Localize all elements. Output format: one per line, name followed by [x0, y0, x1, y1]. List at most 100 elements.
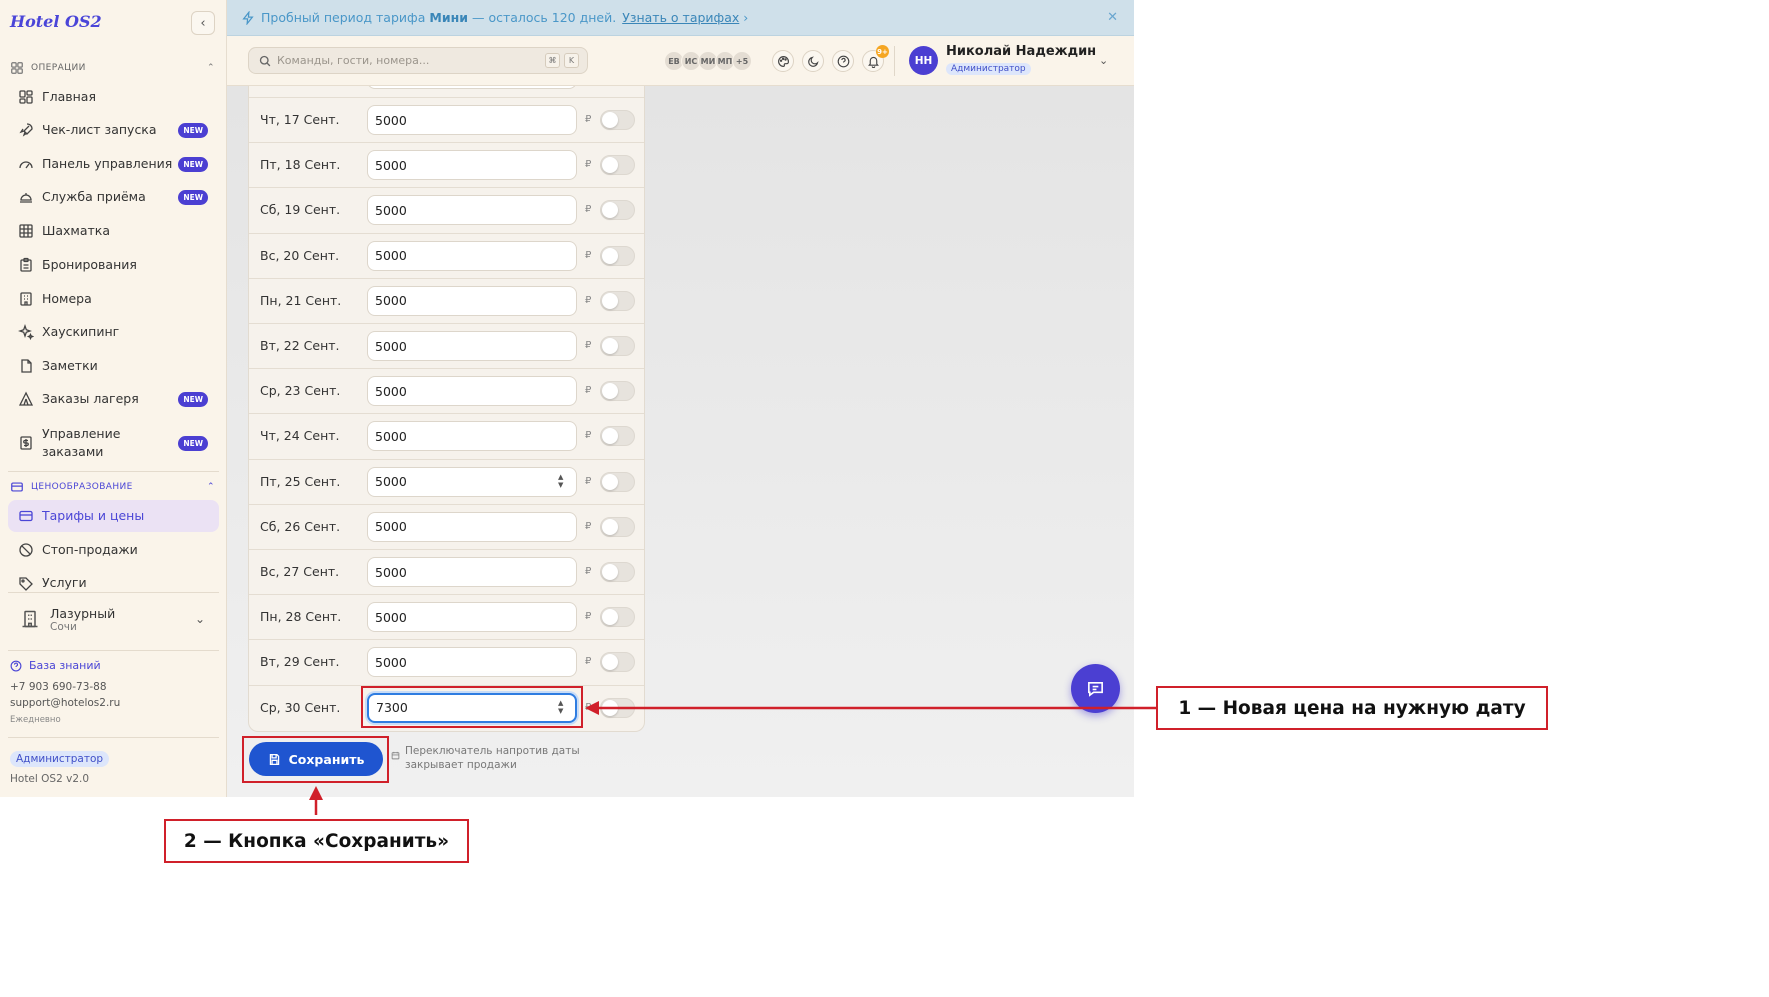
sidebar-item-launch-checklist[interactable]: Чек-лист запуска NEW	[8, 120, 219, 140]
price-input[interactable]	[367, 105, 577, 135]
stop-sale-toggle[interactable]	[600, 200, 635, 221]
sidebar-item-housekeeping[interactable]: Хаускипинг	[8, 322, 219, 342]
support-email[interactable]: support@hotelos2.ru	[10, 697, 120, 709]
chat-button[interactable]	[1071, 664, 1120, 713]
theme-palette-button[interactable]	[772, 50, 794, 72]
stop-sale-toggle[interactable]	[600, 562, 635, 582]
sidebar-item-order-management[interactable]: Управление заказами NEW	[8, 424, 219, 462]
hotel-name: Лазурный	[50, 605, 116, 621]
chevron-left-icon: ‹	[200, 15, 206, 31]
stop-sale-toggle[interactable]	[600, 697, 635, 718]
support-phone[interactable]: +7 903 690-73-88	[10, 681, 107, 693]
sparkles-icon	[18, 324, 34, 340]
avatar-more-count: +5	[732, 51, 752, 71]
stop-sale-toggle[interactable]	[600, 652, 635, 673]
section-pricing-label: ЦЕНООБРАЗОВАНИЕ	[31, 482, 133, 492]
annotation-callout-2: 2 — Кнопка «Сохранить»	[164, 819, 469, 863]
sidebar-item-rates-prices[interactable]: Тарифы и цены	[8, 500, 219, 532]
chevron-up-icon: ⌃	[207, 482, 215, 492]
sidebar-item-label: Служба приёма	[42, 189, 146, 204]
search-input[interactable]	[277, 54, 545, 67]
price-input[interactable]	[367, 285, 577, 316]
app-version: Hotel OS2 v2.0	[10, 773, 90, 785]
rocket-icon	[19, 123, 33, 137]
sidebar-item-chessboard[interactable]: Шахматка	[8, 221, 219, 241]
sidebar-item-stop-sales[interactable]: Стоп-продажи	[8, 540, 219, 560]
user-avatar[interactable]: НН	[909, 46, 938, 75]
price-input[interactable]	[367, 511, 577, 542]
section-operations[interactable]: ОПЕРАЦИИ ⌃	[10, 61, 215, 75]
sidebar-item-rooms[interactable]: Номера	[8, 289, 219, 309]
gauge-icon	[19, 161, 33, 169]
stop-sale-toggle[interactable]	[600, 607, 635, 628]
price-row-date: Сб, 19 Сент.	[260, 202, 341, 218]
stop-sale-toggle[interactable]	[600, 110, 635, 130]
chevron-up-icon: ⌃	[207, 63, 215, 73]
sidebar-item-bookings[interactable]: Бронирования	[8, 255, 219, 275]
price-input[interactable]	[367, 647, 577, 678]
knowledge-base-link[interactable]: База знаний	[10, 659, 101, 672]
currency-symbol: ₽	[585, 204, 592, 216]
price-row: Пт, 18 Сент. ₽	[249, 142, 644, 187]
new-badge: NEW	[178, 122, 208, 138]
price-input[interactable]	[367, 195, 577, 226]
notification-count-badge: 9+	[876, 45, 889, 58]
help-button[interactable]	[832, 50, 854, 72]
section-pricing[interactable]: ЦЕНООБРАЗОВАНИЕ ⌃	[10, 480, 215, 494]
price-input-partial[interactable]	[367, 86, 577, 89]
sidebar-item-camp-orders[interactable]: Заказы лагеря NEW	[8, 389, 219, 409]
stop-sale-toggle[interactable]	[600, 290, 635, 311]
price-row-date: Вт, 29 Сент.	[260, 654, 340, 670]
team-avatars[interactable]: ЕВ ИС МИ МП +5	[664, 51, 752, 71]
stop-sale-toggle[interactable]	[600, 245, 635, 266]
sidebar-item-dashboard[interactable]: Панель управления NEW	[8, 154, 219, 174]
stop-sale-toggle[interactable]	[600, 516, 635, 537]
sidebar-item-services[interactable]: Услуги	[8, 574, 219, 592]
banner-plan-name: Мини	[429, 10, 468, 25]
price-input[interactable]	[367, 150, 577, 181]
stop-sale-toggle[interactable]	[600, 336, 635, 356]
hotel-picker[interactable]: Лазурный Сочи ⌄	[8, 596, 219, 642]
price-input[interactable]	[367, 602, 577, 633]
sidebar-item-front-desk[interactable]: Служба приёма NEW	[8, 187, 219, 207]
price-row-date: Ср, 30 Сент.	[260, 699, 341, 715]
price-input[interactable]	[367, 240, 577, 271]
sidebar-item-notes[interactable]: Заметки	[8, 356, 219, 376]
annotation-callout-2-text: 2 — Кнопка «Сохранить»	[183, 830, 450, 852]
price-row: Чт, 17 Сент. ₽	[249, 97, 644, 142]
currency-symbol: ₽	[585, 114, 592, 125]
chevron-right-icon: ›	[743, 10, 749, 25]
chevron-down-icon[interactable]: ⌄	[1099, 54, 1108, 67]
tent-icon	[18, 391, 34, 406]
price-input[interactable]	[367, 376, 577, 407]
sidebar-collapse-button[interactable]: ‹	[191, 11, 215, 35]
price-row-date: Пт, 25 Сент.	[260, 473, 341, 489]
price-input[interactable]	[367, 557, 577, 587]
grid-icon	[19, 90, 33, 104]
price-row: Вт, 22 Сент. ₽	[249, 323, 644, 368]
calendar-icon	[391, 751, 400, 760]
price-row: Сб, 26 Сент. ₽	[249, 503, 644, 549]
dark-mode-button[interactable]	[802, 50, 824, 72]
price-row-date: Чт, 24 Сент.	[260, 428, 340, 444]
file-icon	[21, 359, 32, 373]
price-input[interactable]	[367, 466, 577, 497]
close-icon[interactable]: ✕	[1107, 10, 1118, 25]
price-row-date: Пн, 28 Сент.	[260, 609, 342, 625]
stop-sale-toggle[interactable]	[600, 426, 635, 447]
price-input[interactable]	[367, 421, 577, 452]
price-input[interactable]	[367, 331, 577, 361]
notifications-button[interactable]: 9+	[862, 45, 889, 72]
sidebar-item-home[interactable]: Главная	[8, 87, 219, 107]
price-row: Вт, 29 Сент. ₽	[249, 639, 644, 684]
sidebar-item-label: Услуги	[42, 575, 87, 590]
stop-sale-toggle[interactable]	[600, 155, 635, 176]
stop-sale-toggle[interactable]	[600, 381, 635, 402]
app-logo[interactable]: Hotel OS2	[10, 12, 102, 31]
user-name[interactable]: Николай Надеждин	[946, 44, 1096, 59]
banner-pricing-link[interactable]: Узнать о тарифах	[622, 10, 739, 25]
spinner-arrows-icon[interactable]: ▲ ▼	[558, 473, 563, 489]
stop-sale-toggle[interactable]	[600, 471, 635, 492]
command-search[interactable]: ⌘ K	[248, 47, 588, 74]
card-icon	[11, 482, 23, 492]
